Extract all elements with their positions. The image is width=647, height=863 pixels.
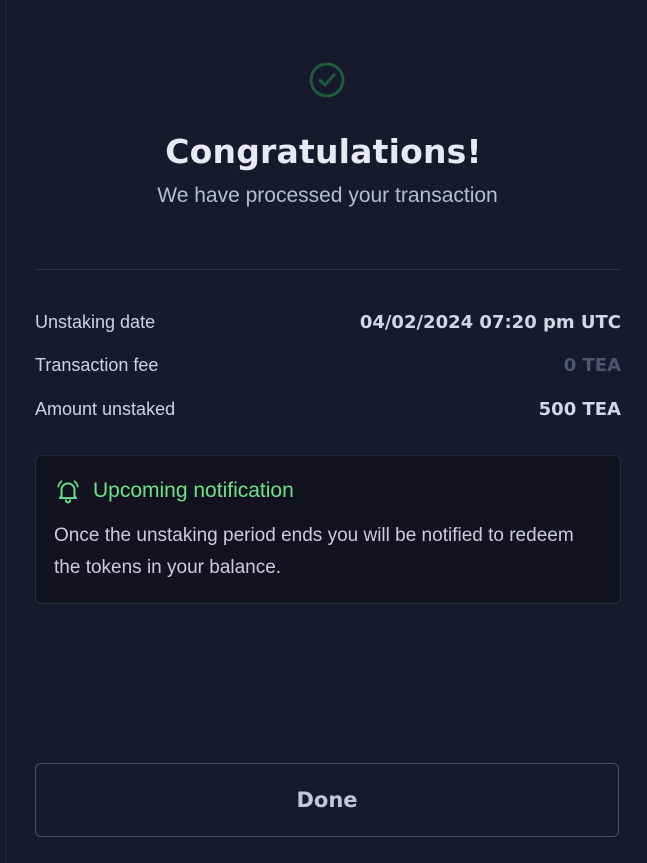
detail-row-transaction-fee: Transaction fee 0 TEA — [35, 351, 621, 379]
confirmation-panel — [5, 0, 647, 863]
detail-row-amount-unstaked: Amount unstaked 500 TEA — [35, 395, 621, 423]
notification-title: Upcoming notification — [93, 479, 294, 502]
detail-label: Unstaking date — [35, 311, 156, 332]
page-title: Congratulations! — [165, 132, 482, 171]
done-button[interactable]: Done — [35, 763, 619, 837]
detail-value: 04/02/2024 07:20 pm UTC — [359, 311, 621, 333]
detail-label: Amount unstaked — [35, 398, 176, 419]
notification-body: Once the unstaking period ends you will … — [54, 525, 574, 578]
notification-card: Upcoming notification Once the unstaking… — [35, 455, 621, 604]
detail-label: Transaction fee — [35, 354, 159, 375]
notification-header: Upcoming notification — [55, 478, 294, 504]
detail-value: 0 TEA — [563, 354, 621, 376]
check-circle-icon — [309, 62, 345, 98]
page-subtitle: We have processed your transaction — [157, 184, 498, 207]
detail-value: 500 TEA — [538, 398, 621, 420]
detail-row-unstaking-date: Unstaking date 04/02/2024 07:20 pm UTC — [35, 308, 621, 336]
divider — [35, 269, 621, 270]
bell-icon — [57, 480, 79, 504]
